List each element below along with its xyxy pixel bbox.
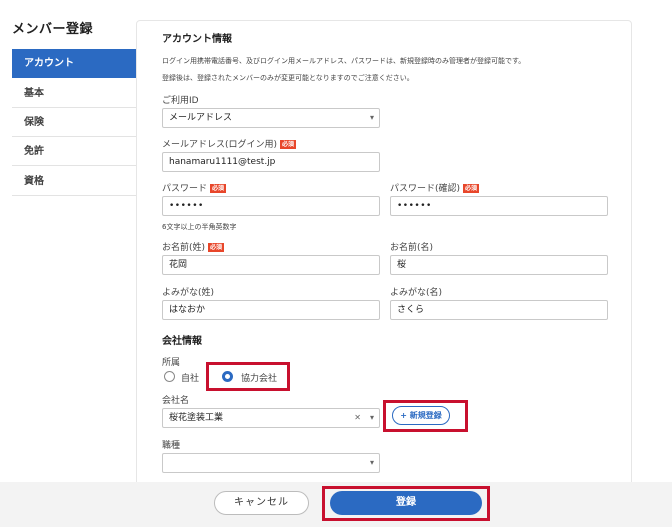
radio-own-company[interactable] bbox=[164, 371, 175, 382]
job-type-label: 職種 bbox=[162, 441, 181, 451]
last-name-label-text: お名前(姓) bbox=[162, 243, 206, 253]
company-name-label: 会社名 bbox=[162, 396, 190, 406]
required-badge: 必須 bbox=[208, 243, 225, 252]
sidebar-item-basic[interactable]: 基本 bbox=[12, 79, 136, 108]
password-field[interactable]: •••••• bbox=[162, 196, 380, 216]
highlight-partner-radio bbox=[206, 362, 290, 391]
highlight-new-register bbox=[383, 400, 468, 432]
last-kana-label: よみがな(姓) bbox=[162, 288, 215, 298]
usage-id-select[interactable]: メールアドレス ▾ bbox=[162, 108, 380, 128]
sidebar-item-insurance[interactable]: 保険 bbox=[12, 108, 136, 137]
chevron-down-icon: ▾ bbox=[369, 113, 374, 122]
sidebar-item-qualification[interactable]: 資格 bbox=[12, 167, 136, 196]
password-confirm-label: パスワード(確認) 必須 bbox=[390, 181, 480, 194]
sidebar-item-license[interactable]: 免許 bbox=[12, 137, 136, 166]
chevron-down-icon: ▾ bbox=[369, 458, 374, 467]
first-kana-field[interactable]: さくら bbox=[390, 300, 608, 320]
password-confirm-label-text: パスワード(確認) bbox=[390, 184, 461, 194]
last-kana-field[interactable]: はなおか bbox=[162, 300, 380, 320]
account-description-1: ログイン用携帯電話番号、及びログイン用メールアドレス、パスワードは、新規登録時の… bbox=[162, 57, 526, 65]
company-section-heading: 会社情報 bbox=[162, 336, 202, 347]
radio-own-company-label[interactable]: 自社 bbox=[181, 371, 199, 384]
sidebar: メンバー登録 アカウント 基本 保険 免許 資格 bbox=[0, 0, 136, 527]
email-label-text: メールアドレス(ログイン用) bbox=[162, 140, 278, 150]
sidebar-item-account[interactable]: アカウント bbox=[12, 49, 136, 78]
account-section-heading: アカウント情報 bbox=[162, 34, 232, 45]
first-kana-label: よみがな(名) bbox=[390, 288, 443, 298]
password-hint: 6文字以上の半角英数字 bbox=[162, 223, 237, 231]
email-field[interactable]: hanamaru1111@test.jp bbox=[162, 152, 380, 172]
chevron-down-icon: ▾ bbox=[369, 413, 374, 422]
last-name-field[interactable]: 花岡 bbox=[162, 255, 380, 275]
sidebar-title: メンバー登録 bbox=[12, 22, 94, 37]
company-name-select[interactable]: 桜花塗装工業 ✕ ▾ bbox=[162, 408, 380, 428]
first-name-field[interactable]: 桜 bbox=[390, 255, 608, 275]
clear-icon[interactable]: ✕ bbox=[354, 409, 361, 427]
highlight-submit bbox=[322, 486, 490, 521]
job-type-select[interactable]: ▾ bbox=[162, 453, 380, 473]
last-name-label: お名前(姓) 必須 bbox=[162, 240, 225, 253]
affiliation-label: 所属 bbox=[162, 358, 181, 368]
account-description-2: 登録後は、登録されたメンバーのみが変更可能となりますのでご注意ください。 bbox=[162, 74, 414, 82]
password-label-text: パスワード bbox=[162, 184, 208, 194]
email-label: メールアドレス(ログイン用) 必須 bbox=[162, 137, 297, 150]
first-name-label: お名前(名) bbox=[390, 243, 434, 253]
company-name-value: 桜花塗装工業 bbox=[169, 413, 224, 423]
usage-id-label: ご利用ID bbox=[162, 96, 199, 106]
required-badge: 必須 bbox=[463, 184, 480, 193]
required-badge: 必須 bbox=[280, 140, 297, 149]
password-label: パスワード 必須 bbox=[162, 181, 227, 194]
cancel-button[interactable]: キャンセル bbox=[214, 491, 309, 515]
usage-id-value: メールアドレス bbox=[169, 113, 233, 123]
required-badge: 必須 bbox=[210, 184, 227, 193]
password-confirm-field[interactable]: •••••• bbox=[390, 196, 608, 216]
